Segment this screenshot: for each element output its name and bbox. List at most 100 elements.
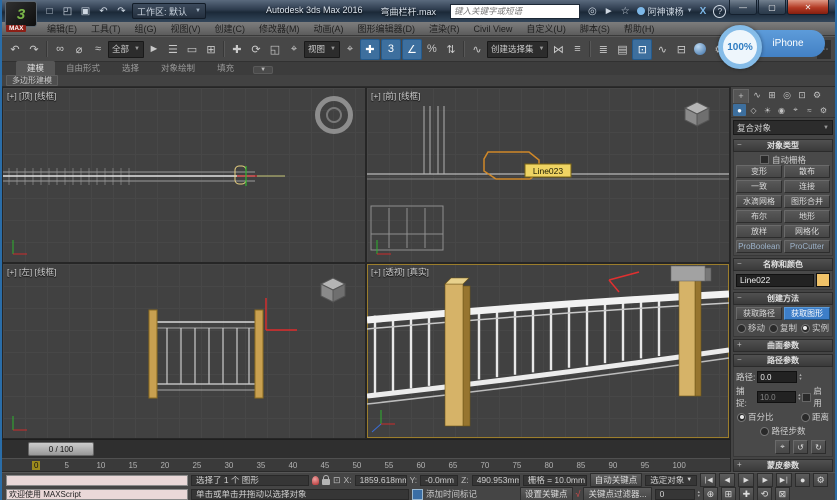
menu-item[interactable]: 自定义(U) [519, 22, 573, 35]
coord-system-dropdown[interactable]: 视图▼ [304, 41, 340, 58]
select-rotate-icon[interactable]: ⟳ [247, 40, 265, 59]
object-type-button[interactable]: 连接 [784, 180, 830, 193]
rollout-creation-method-header[interactable]: −创建方法 [733, 292, 833, 305]
window-crossing-icon[interactable]: ⊞ [202, 40, 220, 59]
path-value-field[interactable]: 0.0 [757, 371, 797, 383]
tab-create[interactable]: + [733, 89, 749, 103]
maximize-button[interactable]: ▢ [758, 0, 786, 15]
set-keys-icon[interactable]: √ [576, 489, 581, 499]
curve-editor-icon[interactable]: ∿ [653, 40, 671, 59]
category-shapes-icon[interactable]: ◇ [747, 104, 760, 116]
object-color-swatch[interactable] [816, 273, 830, 287]
menu-item[interactable]: 脚本(S) [573, 22, 617, 35]
track-bar-tick[interactable]: 10 [96, 461, 128, 470]
app-logo-button[interactable]: 3 [5, 1, 37, 27]
select-move-icon[interactable]: ✚ [228, 40, 246, 59]
track-bar-tick[interactable]: 60 [416, 461, 448, 470]
object-type-button[interactable]: ProBoolean [736, 240, 782, 253]
menu-item[interactable]: 修改器(M) [252, 22, 307, 35]
track-bar-tick[interactable]: 75 [512, 461, 544, 470]
ribbon-tab[interactable]: 选择 [111, 61, 150, 75]
radio-copy[interactable]: 复制 [769, 322, 797, 334]
snap-value-field[interactable]: 10.0 [757, 391, 796, 403]
named-selection-dropdown[interactable]: 创建选择集▼ [487, 41, 548, 58]
maxscript-welcome[interactable]: 欢迎使用 MAXScript [6, 489, 188, 500]
rollout-surface-params-header[interactable]: +曲面参数 [733, 339, 833, 352]
select-object-icon[interactable]: ► [145, 40, 163, 59]
selection-filter-dropdown[interactable]: 全部▼ [108, 41, 144, 58]
select-by-name-icon[interactable]: ☰ [164, 40, 182, 59]
radio-move[interactable]: 移动 [737, 322, 765, 334]
time-slider-track[interactable]: 0 / 100 [2, 439, 730, 459]
object-type-button[interactable]: 图形合并 [784, 195, 830, 208]
communication-icon[interactable]: ► [604, 6, 614, 17]
redo-icon[interactable]: ↷ [25, 40, 43, 59]
minimize-button[interactable]: — [729, 0, 757, 15]
viewport-top[interactable]: [+] [顶] [线框] [3, 88, 365, 262]
track-bar-tick[interactable]: 40 [288, 461, 320, 470]
help-icon[interactable]: ? [713, 5, 726, 18]
geometry-category-dropdown[interactable]: 复合对象▼ [733, 120, 833, 135]
menu-item[interactable]: 编辑(E) [40, 22, 84, 35]
open-file-button[interactable]: ◰ [60, 4, 75, 18]
undo-icon[interactable]: ↶ [6, 40, 24, 59]
tab-modify[interactable]: ∿ [750, 89, 764, 102]
track-bar-tick[interactable]: 100 [672, 461, 704, 470]
ribbon-tab[interactable]: 建模 [16, 61, 55, 75]
bind-spacewarp-icon[interactable]: ≈ [89, 40, 107, 59]
menu-item[interactable]: 图形编辑器(D) [351, 22, 423, 35]
snaps-toggle-3d[interactable]: 3 [381, 39, 401, 60]
track-bar[interactable]: 0510152025303540455055606570758085909510… [2, 459, 730, 472]
ribbon-tab[interactable]: 对象绘制 [150, 61, 206, 75]
viewport-perspective-label[interactable]: [+] [透视] [真实] [371, 266, 429, 278]
viewport-perspective[interactable]: [+] [透视] [真实] [367, 264, 729, 438]
track-bar-tick[interactable]: 25 [192, 461, 224, 470]
align-icon[interactable]: ≡ [568, 40, 586, 59]
track-bar-tick[interactable]: 70 [480, 461, 512, 470]
graphite-toggle-icon[interactable]: ▤ [613, 40, 631, 59]
set-key-button[interactable]: 设置关键点 [520, 487, 573, 500]
zoom-all-icon[interactable]: ⊞ [721, 487, 736, 500]
tab-display[interactable]: ⊡ [795, 89, 809, 102]
select-place-icon[interactable]: ⌖ [285, 40, 303, 59]
select-scale-icon[interactable]: ◱ [266, 40, 284, 59]
viewcube-compass[interactable] [315, 96, 353, 134]
track-bar-tick[interactable]: 15 [128, 461, 160, 470]
key-filters-button[interactable]: 关键点过滤器... [583, 487, 651, 500]
rollout-path-params-header[interactable]: −路径参数 [733, 354, 833, 367]
radio-percentage[interactable]: 百分比 [737, 411, 774, 423]
radio-path-steps[interactable]: 路径步数 [760, 425, 805, 437]
object-type-button[interactable]: 一致 [736, 180, 782, 193]
spinner-arrows[interactable]: ▴▾ [799, 373, 801, 381]
battery-overlay-circle[interactable]: 100% [718, 25, 762, 69]
radio-instance[interactable]: 实例 [801, 322, 829, 334]
percent-snap-icon[interactable]: % [423, 40, 441, 59]
y-coordinate-field[interactable]: -0.0mm [420, 475, 458, 486]
menu-item[interactable]: Civil View [467, 24, 520, 34]
object-type-button[interactable]: 网格化 [784, 225, 830, 238]
workspace-dropdown[interactable]: 工作区: 默认▼ [132, 3, 206, 19]
offset-mode-icon[interactable]: ⊡ [333, 475, 341, 486]
track-bar-tick[interactable]: 0 [32, 461, 40, 470]
unlink-icon[interactable]: ⌀ [70, 40, 88, 59]
ribbon-tab[interactable]: 填充 [206, 61, 245, 75]
track-bar-tick[interactable]: 65 [448, 461, 480, 470]
polygon-modeling-panel[interactable]: 多边形建模 [6, 75, 58, 86]
schematic-view-icon[interactable]: ⊟ [672, 40, 690, 59]
track-bar-tick[interactable]: 5 [64, 461, 96, 470]
category-lights-icon[interactable]: ☀ [761, 104, 774, 116]
help-search[interactable] [450, 4, 580, 19]
next-shape-button[interactable]: ↻ [811, 440, 826, 454]
select-manipulate-icon[interactable]: ✚ [360, 39, 380, 60]
z-coordinate-field[interactable]: 490.953mm [472, 475, 520, 486]
x-coordinate-field[interactable]: 1859.618mm [355, 475, 407, 486]
rollout-name-color-header[interactable]: −名称和颜色 [733, 258, 833, 271]
track-bar-tick[interactable]: 50 [352, 461, 384, 470]
material-editor-icon[interactable] [691, 40, 709, 59]
ribbon-tab[interactable]: 自由形式 [55, 61, 111, 75]
track-bar-tick[interactable]: 90 [608, 461, 640, 470]
get-shape-button[interactable]: 获取图形 [784, 307, 830, 320]
menu-item[interactable]: 工具(T) [84, 22, 128, 35]
category-helpers-icon[interactable]: ⌖ [789, 104, 802, 116]
menu-item[interactable]: 动画(A) [307, 22, 351, 35]
